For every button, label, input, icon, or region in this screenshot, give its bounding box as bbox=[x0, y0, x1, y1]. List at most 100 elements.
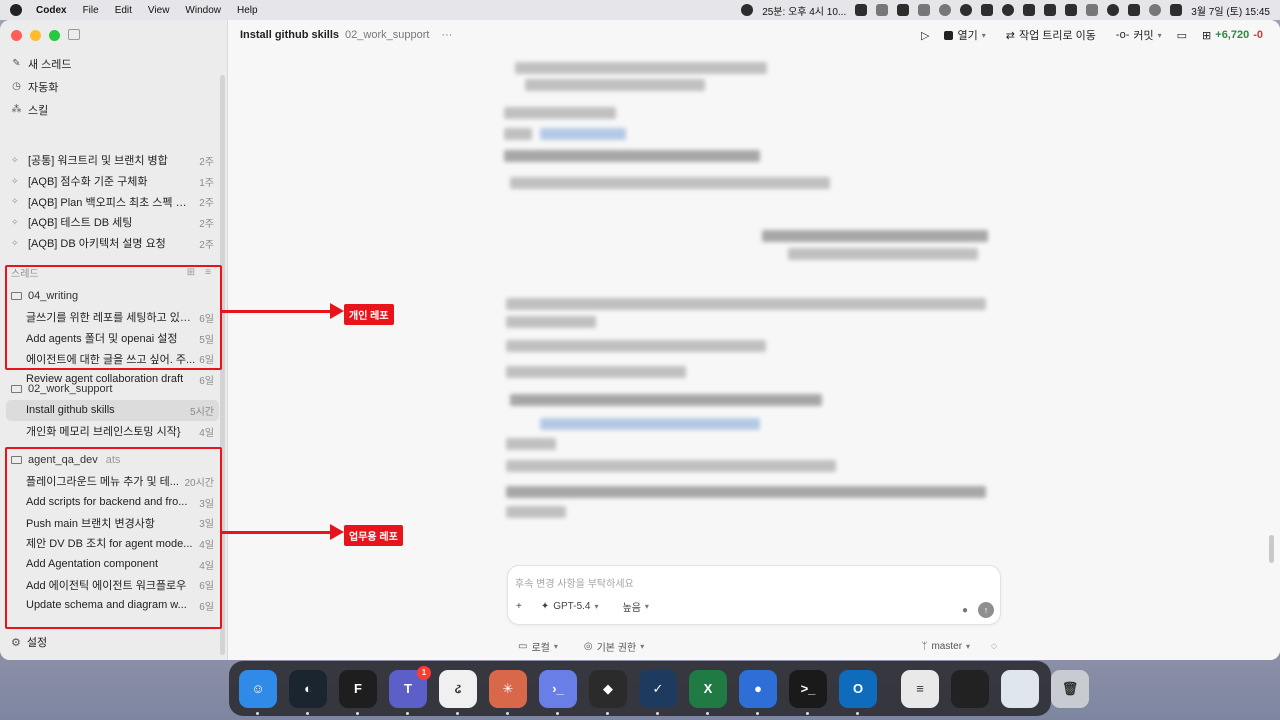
nav-label: 새 스레드 bbox=[28, 58, 72, 71]
tray-app-icon[interactable] bbox=[1002, 4, 1015, 16]
tray-app-icon[interactable] bbox=[876, 4, 889, 16]
settings-button[interactable]: ⚙ 설정 bbox=[11, 634, 47, 650]
chevron-down-icon: ▾ bbox=[594, 602, 599, 611]
tray-app-icon[interactable] bbox=[1044, 4, 1057, 16]
tray-app-icon[interactable] bbox=[960, 4, 973, 16]
personal-repo-highlight bbox=[5, 265, 222, 370]
input-source-icon[interactable] bbox=[1128, 4, 1141, 16]
timer-text[interactable]: 25분: 오후 4시 10... bbox=[762, 3, 846, 18]
cloud-icon[interactable] bbox=[939, 4, 952, 16]
project-folder[interactable]: 02_work_support bbox=[6, 378, 219, 400]
permission-select[interactable]: ◎ 기본 권한 ▾ bbox=[579, 637, 649, 656]
redacted-text bbox=[504, 128, 532, 140]
permission-label: 기본 권한 bbox=[596, 643, 637, 654]
tray-app-icon[interactable] bbox=[918, 4, 931, 16]
dock-trash-icon[interactable]: 🗑 bbox=[1051, 669, 1089, 708]
dock-window-preview-1-icon[interactable] bbox=[951, 669, 989, 708]
pinned-thread[interactable]: ✧ [AQB] DB 아키텍처 설명 요청 2주 bbox=[6, 233, 219, 254]
moon-icon[interactable] bbox=[1107, 4, 1120, 16]
running-indicator bbox=[256, 711, 259, 715]
menu-file[interactable]: File bbox=[83, 5, 99, 16]
dock-document-icon[interactable]: ≡ bbox=[901, 669, 939, 708]
branch-select[interactable]: ᛘ master ▾ bbox=[916, 639, 975, 654]
thread-age: 2주 bbox=[199, 239, 214, 251]
play-icon[interactable]: ▷ bbox=[921, 29, 929, 42]
redacted-text bbox=[506, 506, 566, 518]
dock: ☺ ◐ F T 1 ઢ ✳ ›_ ◆ ✓ X ● >_ O ≡ 🗑 bbox=[229, 661, 1089, 716]
running-indicator bbox=[556, 711, 559, 715]
dock-app-11-icon[interactable]: ● bbox=[739, 669, 777, 715]
worktree-label: 작업 트리로 이동 bbox=[1018, 30, 1096, 42]
pinned-thread[interactable]: ✧ [공통] 워크트리 및 브랜치 병합 2주 bbox=[6, 150, 219, 171]
minimize-window-button[interactable] bbox=[30, 30, 41, 41]
search-icon[interactable] bbox=[1149, 4, 1162, 16]
menu-edit[interactable]: Edit bbox=[115, 5, 132, 16]
close-window-button[interactable] bbox=[11, 30, 22, 41]
content-scrollbar[interactable] bbox=[1269, 535, 1274, 563]
control-center-icon[interactable] bbox=[1170, 4, 1183, 16]
diff-button[interactable]: ⊞ +6,720 -0 bbox=[1197, 27, 1268, 44]
dock-app-5-icon[interactable]: ઢ bbox=[439, 669, 477, 715]
window-controls bbox=[11, 30, 60, 41]
tray-app-icon[interactable] bbox=[1023, 4, 1036, 16]
thread-row[interactable]: 개인화 메모리 브레인스토밍 시작} 4일 bbox=[6, 421, 219, 442]
pin-icon: ✧ bbox=[11, 216, 19, 227]
battery-icon[interactable] bbox=[1065, 4, 1078, 16]
thread-row-active[interactable]: Install github skills 5시간 bbox=[6, 400, 219, 421]
nav-new-thread[interactable]: ✎ 새 스레드 bbox=[6, 52, 221, 75]
open-button[interactable]: 열기 ▾ bbox=[939, 25, 990, 45]
annotation-arrow-line bbox=[222, 531, 334, 534]
menu-window[interactable]: Window bbox=[185, 5, 221, 16]
work-repo-label: 업무용 레포 bbox=[344, 525, 403, 546]
environment-select[interactable]: ▭ 로컬 ▾ bbox=[513, 637, 563, 656]
pinned-thread[interactable]: ✧ [AQB] 테스트 DB 세팅 2주 bbox=[6, 212, 219, 233]
redacted-text bbox=[506, 366, 686, 378]
menu-app-name[interactable]: Codex bbox=[36, 5, 67, 16]
dock-claude-icon[interactable]: ✳ bbox=[489, 669, 527, 715]
tray-app-icon[interactable] bbox=[855, 4, 868, 16]
redacted-text bbox=[504, 107, 616, 119]
dock-app-7-icon[interactable]: ›_ bbox=[539, 669, 577, 715]
chevron-down-icon: ▾ bbox=[1157, 30, 1162, 40]
tray-app-icon[interactable] bbox=[897, 4, 910, 16]
worktree-button[interactable]: ⇄ 작업 트리로 이동 bbox=[1001, 25, 1101, 45]
nav-automation[interactable]: ◷ 자동화 bbox=[6, 75, 221, 98]
dock-outlook-icon[interactable]: O bbox=[839, 669, 877, 715]
zoom-window-button[interactable] bbox=[49, 30, 60, 41]
menu-help[interactable]: Help bbox=[237, 5, 258, 16]
menu-view[interactable]: View bbox=[148, 5, 170, 16]
dock-excel-icon[interactable]: X bbox=[689, 669, 727, 715]
tray-app-icon[interactable] bbox=[981, 4, 994, 16]
sparkle-icon: ✦ bbox=[540, 601, 550, 612]
reasoning-select[interactable]: 높음 ▾ bbox=[618, 597, 654, 616]
send-button[interactable]: ↑ bbox=[978, 602, 994, 618]
thread-title: [AQB] 테스트 DB 세팅 bbox=[28, 217, 133, 230]
microphone-icon[interactable]: ● bbox=[962, 605, 968, 616]
dock-window-preview-2-icon[interactable] bbox=[1001, 669, 1039, 708]
dock-codex-icon[interactable]: ◐ bbox=[289, 669, 327, 715]
chevron-down-icon: ▾ bbox=[553, 642, 558, 651]
dock-finder-icon[interactable]: ☺ bbox=[239, 669, 277, 715]
tray-app-icon[interactable] bbox=[1086, 4, 1099, 16]
nav-skills[interactable]: ⁂ 스킬 bbox=[6, 98, 221, 121]
timer-icon[interactable] bbox=[741, 4, 754, 16]
pinned-thread[interactable]: ✧ [AQB] 점수화 기준 구체화 1주 bbox=[6, 171, 219, 192]
apple-icon[interactable] bbox=[10, 4, 22, 16]
terminal-icon[interactable]: ▭ bbox=[1177, 29, 1187, 42]
toggle-sidebar-icon[interactable] bbox=[68, 29, 80, 40]
environment-label: 로컬 bbox=[531, 643, 550, 654]
dock-terminal-icon[interactable]: >_ bbox=[789, 669, 827, 715]
dock-app-9-icon[interactable]: ✓ bbox=[639, 669, 677, 715]
model-select[interactable]: ✦ GPT-5.4 ▾ bbox=[536, 599, 604, 614]
more-options-icon[interactable]: ··· bbox=[441, 29, 452, 41]
dock-figma-icon[interactable]: F bbox=[339, 669, 377, 715]
dock-app-8-icon[interactable]: ◆ bbox=[589, 669, 627, 715]
pinned-thread[interactable]: ✧ [AQB] Plan 백오피스 최초 스펙 정의 2주 bbox=[6, 191, 219, 212]
redacted-text bbox=[525, 79, 705, 91]
clock-text[interactable]: 3월 7일 (토) 15:45 bbox=[1191, 3, 1270, 18]
dock-teams-icon[interactable]: T1 bbox=[389, 665, 431, 715]
add-attachment-button[interactable]: + bbox=[516, 601, 522, 612]
composer-input[interactable]: 후속 변경 사항을 부탁하세요 bbox=[515, 575, 634, 590]
commit-button[interactable]: -o- 커밋 ▾ bbox=[1111, 25, 1167, 45]
redacted-user-message bbox=[762, 230, 988, 242]
